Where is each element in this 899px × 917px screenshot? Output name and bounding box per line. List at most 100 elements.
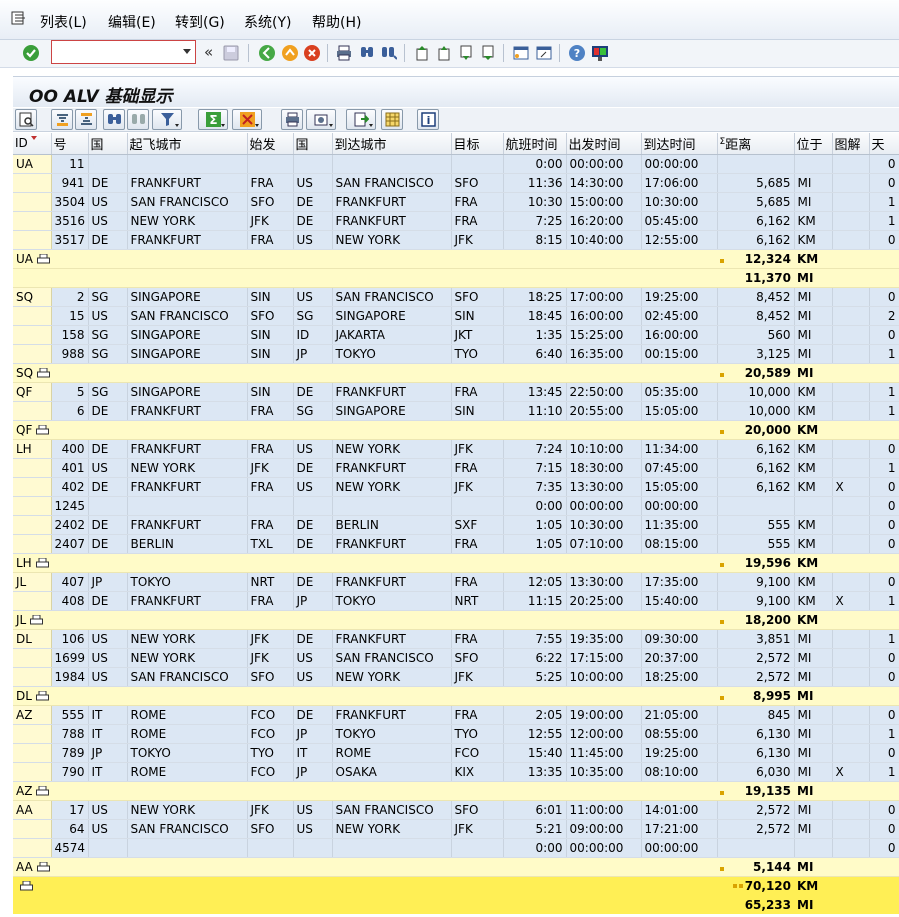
cell-to[interactable]: TOKYO bbox=[332, 724, 452, 744]
cell-ch[interactable] bbox=[832, 496, 870, 516]
cell-id[interactable]: JL bbox=[13, 572, 52, 592]
cell-c2[interactable]: US bbox=[293, 800, 333, 820]
cell-unit[interactable]: MI bbox=[794, 306, 833, 326]
cell-fa[interactable]: SIN bbox=[247, 325, 294, 345]
cell-ta[interactable]: FRA bbox=[451, 458, 504, 478]
cell-dist[interactable]: 6,130 bbox=[717, 743, 795, 763]
cell-ta[interactable]: FRA bbox=[451, 705, 504, 725]
cell-ft[interactable]: 6:22 bbox=[503, 648, 567, 668]
cell-c1[interactable]: DE bbox=[88, 534, 128, 554]
cell-unit[interactable]: KM bbox=[794, 230, 833, 250]
cell-c1[interactable]: IT bbox=[88, 705, 128, 725]
table-row[interactable]: 1984 US SAN FRANCISCO SFO US NEW YORK JFK 5:25 1… bbox=[13, 667, 899, 687]
cell-day[interactable]: 0 bbox=[869, 819, 899, 839]
cell-ch[interactable] bbox=[832, 458, 870, 478]
cell-no[interactable]: 15 bbox=[51, 306, 89, 326]
cell-ta[interactable]: FCO bbox=[451, 743, 504, 763]
cell-arr[interactable]: 00:15:00 bbox=[641, 344, 718, 364]
cell-ft[interactable]: 2:05 bbox=[503, 705, 567, 725]
cell-to[interactable]: NEW YORK bbox=[332, 819, 452, 839]
cell-id[interactable]: QF bbox=[13, 382, 52, 402]
cell-from[interactable]: FRANKFURT bbox=[127, 401, 248, 421]
cell-ch[interactable] bbox=[832, 819, 870, 839]
cell-dep[interactable]: 18:30:00 bbox=[566, 458, 642, 478]
column-header[interactable]: 国 bbox=[293, 133, 333, 155]
cell-id[interactable] bbox=[13, 667, 52, 687]
cell-c1[interactable]: JP bbox=[88, 572, 128, 592]
cell-to[interactable] bbox=[332, 154, 452, 174]
cell-dep[interactable]: 20:25:00 bbox=[566, 591, 642, 611]
cell-ch[interactable] bbox=[832, 344, 870, 364]
cell-id[interactable] bbox=[13, 648, 52, 668]
cell-ta[interactable]: SFO bbox=[451, 648, 504, 668]
cell-ft[interactable]: 12:55 bbox=[503, 724, 567, 744]
cell-arr[interactable]: 15:05:00 bbox=[641, 477, 718, 497]
cell-ta[interactable]: JFK bbox=[451, 819, 504, 839]
details-icon[interactable] bbox=[15, 109, 37, 130]
cell-fa[interactable]: FRA bbox=[247, 230, 294, 250]
cell-dep[interactable]: 10:35:00 bbox=[566, 762, 642, 782]
print-preview-icon[interactable] bbox=[281, 109, 303, 130]
cell-c1[interactable] bbox=[88, 838, 128, 858]
cell-from[interactable]: FRANKFURT bbox=[127, 515, 248, 535]
cell-c2[interactable]: DE bbox=[293, 629, 333, 649]
table-row[interactable]: 15 US SAN FRANCISCO SFO SG SINGAPORE SIN 18:45 1… bbox=[13, 306, 899, 326]
table-row[interactable]: 402 DE FRANKFURT FRA US NEW YORK JFK 7:35 13:30:… bbox=[13, 477, 899, 497]
cell-ft[interactable]: 1:05 bbox=[503, 515, 567, 535]
cell-from[interactable]: FRANKFURT bbox=[127, 439, 248, 459]
cell-ch[interactable] bbox=[832, 724, 870, 744]
cell-fa[interactable]: SIN bbox=[247, 344, 294, 364]
cell-day[interactable]: 0 bbox=[869, 572, 899, 592]
cell-ft[interactable]: 1:05 bbox=[503, 534, 567, 554]
cell-dist[interactable]: 6,162 bbox=[717, 211, 795, 231]
table-row[interactable]: 1245 0:00 00:00:00 00:00:00 0 bbox=[13, 496, 899, 516]
cell-no[interactable]: 106 bbox=[51, 629, 89, 649]
cell-fa[interactable]: SFO bbox=[247, 192, 294, 212]
subtotal-row[interactable]: SQ 20,589 MI bbox=[13, 363, 899, 383]
cell-c2[interactable]: SG bbox=[293, 401, 333, 421]
cell-ta[interactable] bbox=[451, 496, 504, 516]
cell-ft[interactable]: 0:00 bbox=[503, 154, 567, 174]
cell-unit[interactable]: KM bbox=[794, 515, 833, 535]
cell-c1[interactable]: DE bbox=[88, 173, 128, 193]
cell-from[interactable]: SINGAPORE bbox=[127, 382, 248, 402]
menu-goto[interactable]: 转到(G) bbox=[175, 12, 225, 32]
column-header[interactable]: 天 bbox=[869, 133, 899, 155]
cell-arr[interactable]: 16:00:00 bbox=[641, 325, 718, 345]
cell-ch[interactable] bbox=[832, 192, 870, 212]
cell-ch[interactable] bbox=[832, 572, 870, 592]
cell-dist[interactable]: 6,030 bbox=[717, 762, 795, 782]
cell-ft[interactable]: 7:15 bbox=[503, 458, 567, 478]
cell-day[interactable]: 0 bbox=[869, 154, 899, 174]
cell-dep[interactable]: 10:30:00 bbox=[566, 515, 642, 535]
cell-dist[interactable]: 5,685 bbox=[717, 192, 795, 212]
cell-dep[interactable]: 12:00:00 bbox=[566, 724, 642, 744]
cell-dist[interactable]: 6,130 bbox=[717, 724, 795, 744]
cell-no[interactable]: 2402 bbox=[51, 515, 89, 535]
cell-day[interactable]: 0 bbox=[869, 496, 899, 516]
cell-fa[interactable]: FRA bbox=[247, 515, 294, 535]
column-header[interactable]: 目标 bbox=[451, 133, 504, 155]
chevron-down-icon[interactable] bbox=[183, 49, 191, 55]
cell-ch[interactable] bbox=[832, 629, 870, 649]
cell-dist[interactable]: 9,100 bbox=[717, 591, 795, 611]
cell-unit[interactable]: KM bbox=[794, 211, 833, 231]
cell-unit[interactable] bbox=[794, 154, 833, 174]
cell-fa[interactable]: JFK bbox=[247, 458, 294, 478]
cell-ft[interactable]: 7:25 bbox=[503, 211, 567, 231]
cell-arr[interactable]: 15:40:00 bbox=[641, 591, 718, 611]
cell-ta[interactable]: SFO bbox=[451, 800, 504, 820]
table-row[interactable]: 988 SG SINGAPORE SIN JP TOKYO TYO 6:40 16:35:00 0… bbox=[13, 344, 899, 364]
cell-fa[interactable]: SIN bbox=[247, 287, 294, 307]
cell-fa[interactable]: SFO bbox=[247, 306, 294, 326]
table-row[interactable]: AA 17 US NEW YORK JFK US SAN FRANCISCO SFO 6:01 1… bbox=[13, 800, 899, 820]
cell-ch[interactable] bbox=[832, 211, 870, 231]
cell-fa[interactable]: JFK bbox=[247, 211, 294, 231]
cell-to[interactable]: FRANKFURT bbox=[332, 705, 452, 725]
table-row[interactable]: 6 DE FRANKFURT FRA SG SINGAPORE SIN 11:10 20:55:… bbox=[13, 401, 899, 421]
table-row[interactable]: QF 5 SG SINGAPORE SIN DE FRANKFURT FRA 13:45 22:5… bbox=[13, 382, 899, 402]
cell-c2[interactable]: SG bbox=[293, 306, 333, 326]
cell-dep[interactable]: 00:00:00 bbox=[566, 154, 642, 174]
cell-unit[interactable] bbox=[794, 838, 833, 858]
cell-arr[interactable]: 02:45:00 bbox=[641, 306, 718, 326]
